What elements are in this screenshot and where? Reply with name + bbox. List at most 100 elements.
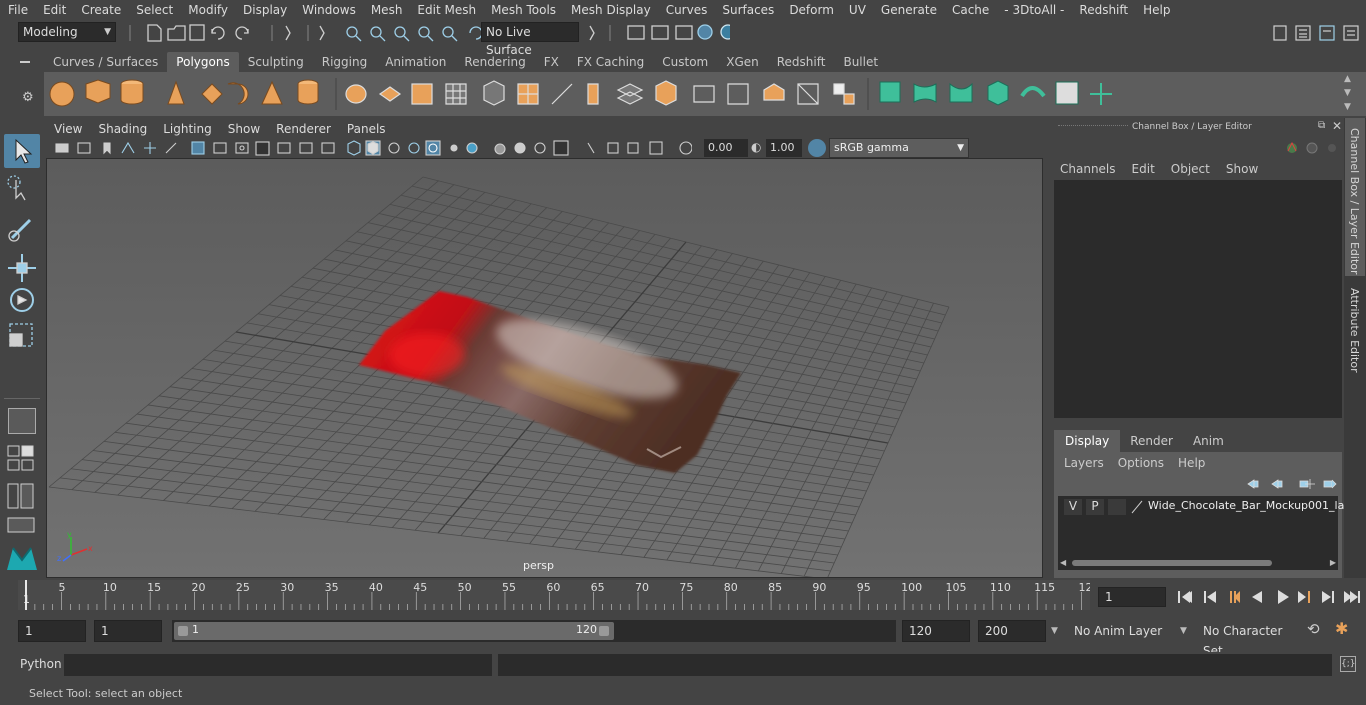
scene-start-field[interactable]: 1 bbox=[18, 620, 86, 642]
shelf-tab-redshift[interactable]: Redshift bbox=[768, 52, 835, 72]
transform-tools[interactable] bbox=[6, 172, 38, 352]
gamma-field[interactable]: 1.00 bbox=[766, 139, 802, 157]
channel-list[interactable] bbox=[1054, 180, 1342, 418]
menu-redshift[interactable]: Redshift bbox=[1071, 3, 1135, 17]
transport-buttons[interactable] bbox=[1174, 587, 1364, 607]
channel-box-menu-object[interactable]: Object bbox=[1171, 162, 1210, 176]
menu-cache[interactable]: Cache bbox=[944, 3, 996, 17]
viewport-menu-shading[interactable]: Shading bbox=[90, 122, 155, 136]
shelf-tab-fx-caching[interactable]: FX Caching bbox=[568, 52, 653, 72]
menu-display[interactable]: Display bbox=[235, 3, 294, 17]
auto-key-icon[interactable]: ⟲ bbox=[1307, 620, 1320, 638]
shelf-tab-xgen[interactable]: XGen bbox=[717, 52, 768, 72]
workspace-icons[interactable] bbox=[1270, 22, 1366, 44]
color-management-icon[interactable] bbox=[808, 139, 826, 157]
layer-menu-options[interactable]: Options bbox=[1118, 456, 1164, 470]
menu-file[interactable]: File bbox=[0, 3, 35, 17]
scroll-left-icon[interactable]: ◀ bbox=[1060, 558, 1066, 567]
status-line-icons[interactable] bbox=[120, 20, 730, 46]
chevron-down-icon[interactable]: ▼ bbox=[1180, 626, 1187, 636]
viewport-toolbar-icons[interactable] bbox=[52, 139, 692, 157]
menu-deform[interactable]: Deform bbox=[781, 3, 841, 17]
channel-box-menu-edit[interactable]: Edit bbox=[1132, 162, 1155, 176]
layer-row[interactable]: V P Wide_Chocolate_Bar_Mockup001_lay bbox=[1060, 498, 1351, 516]
chevron-down-icon[interactable]: ▼ bbox=[1051, 626, 1058, 636]
float-panel-icon[interactable]: ⧉ bbox=[1318, 120, 1325, 131]
layer-scrollbar[interactable]: ◀ ▶ bbox=[1060, 558, 1336, 568]
range-slider-handle[interactable]: 1 120 bbox=[174, 622, 614, 640]
playback-start-field[interactable]: 1 bbox=[94, 620, 162, 642]
viewport-menu-lighting[interactable]: Lighting bbox=[155, 122, 220, 136]
menu-mesh[interactable]: Mesh bbox=[363, 3, 410, 17]
perspective-viewport[interactable]: x y z bbox=[46, 158, 1043, 578]
menu-edit[interactable]: Edit bbox=[35, 3, 73, 17]
gamma-icon[interactable]: ◐ bbox=[751, 140, 761, 154]
menu-create[interactable]: Create bbox=[73, 3, 128, 17]
shelf-tab-curves-surfaces[interactable]: Curves / Surfaces bbox=[44, 52, 167, 72]
channel-box-menu-channels[interactable]: Channels bbox=[1060, 162, 1116, 176]
playback-end-field[interactable]: 120 bbox=[902, 620, 970, 642]
exposure-field[interactable]: 0.00 bbox=[704, 139, 748, 157]
channel-box-menu-show[interactable]: Show bbox=[1226, 162, 1258, 176]
menu-generate[interactable]: Generate bbox=[873, 3, 944, 17]
shelf-tab-sculpting[interactable]: Sculpting bbox=[239, 52, 313, 72]
range-end-grip[interactable] bbox=[599, 626, 609, 636]
layer-name[interactable]: Wide_Chocolate_Bar_Mockup001_lay bbox=[1148, 499, 1351, 512]
layer-tab-display[interactable]: Display bbox=[1054, 430, 1121, 452]
gear-icon[interactable]: ⚙ bbox=[22, 90, 34, 105]
menu-modify[interactable]: Modify bbox=[180, 3, 235, 17]
layout-icons[interactable] bbox=[6, 442, 38, 542]
menu-surfaces[interactable]: Surfaces bbox=[714, 3, 781, 17]
script-editor-icon[interactable]: {;} bbox=[1340, 656, 1356, 672]
shelf-tab-rendering[interactable]: Rendering bbox=[455, 52, 534, 72]
menu-mesh-display[interactable]: Mesh Display bbox=[563, 3, 658, 17]
shelf-tab-polygons[interactable]: Polygons bbox=[167, 52, 239, 72]
layer-tab-anim[interactable]: Anim bbox=[1183, 430, 1234, 452]
menu-mesh-tools[interactable]: Mesh Tools bbox=[483, 3, 563, 17]
scroll-right-icon[interactable]: ▶ bbox=[1330, 558, 1336, 567]
command-language-label[interactable]: Python bbox=[20, 657, 62, 671]
command-input[interactable] bbox=[64, 654, 492, 676]
layer-action-icons[interactable] bbox=[1244, 476, 1340, 492]
live-surface-field[interactable]: No Live Surface bbox=[481, 22, 579, 57]
menu-edit-mesh[interactable]: Edit Mesh bbox=[409, 3, 483, 17]
anim-layer-dropdown[interactable]: No Anim Layer bbox=[1067, 620, 1173, 642]
menu-curves[interactable]: Curves bbox=[658, 3, 715, 17]
current-frame-field[interactable]: 1 bbox=[1098, 587, 1166, 607]
layer-color-swatch[interactable] bbox=[1130, 499, 1144, 515]
viewport-menu-panels[interactable]: Panels bbox=[339, 122, 394, 136]
menu-windows[interactable]: Windows bbox=[294, 3, 363, 17]
layer-visibility-toggle[interactable]: V bbox=[1064, 499, 1082, 515]
scrollbar-thumb[interactable] bbox=[1072, 560, 1272, 566]
time-slider[interactable]: 5 10 15 20 25 30 35 40 45 50 55 60 65 70 75 80 85 90 95 100… bbox=[18, 580, 1093, 610]
color-space-dropdown[interactable]: sRGB gamma ▼ bbox=[829, 138, 969, 158]
scene-end-field[interactable]: 200 bbox=[978, 620, 1046, 642]
quick-layout-button[interactable] bbox=[8, 408, 36, 434]
viewport-menu-renderer[interactable]: Renderer bbox=[268, 122, 339, 136]
layer-type-toggle[interactable] bbox=[1108, 499, 1126, 515]
shelf-tab-custom[interactable]: Custom bbox=[653, 52, 717, 72]
shelf-tab-rigging[interactable]: Rigging bbox=[313, 52, 376, 72]
shelf-tab-animation[interactable]: Animation bbox=[376, 52, 455, 72]
shelf-scroll-arrows[interactable]: ▲ ▼ ▼ bbox=[1344, 72, 1358, 116]
menu-help[interactable]: Help bbox=[1135, 3, 1177, 17]
layer-menu-help[interactable]: Help bbox=[1178, 456, 1205, 470]
scene-canvas[interactable]: x y z bbox=[47, 159, 1043, 578]
shelf-tab-fx[interactable]: FX bbox=[535, 52, 568, 72]
layer-menu-layers[interactable]: Layers bbox=[1064, 456, 1104, 470]
animation-preferences-icon[interactable]: ✱ bbox=[1335, 619, 1348, 638]
channel-box-toggle-icons[interactable] bbox=[1284, 138, 1340, 158]
mode-dropdown[interactable]: Modeling ▼ bbox=[18, 22, 116, 42]
range-slider-track[interactable]: 1 120 bbox=[172, 620, 896, 642]
side-tab-channel-box[interactable]: Channel Box / Layer Editor bbox=[1345, 118, 1365, 276]
menu-3dtoall[interactable]: - 3DtoAll - bbox=[996, 3, 1071, 17]
menu-select[interactable]: Select bbox=[128, 3, 180, 17]
shelf-tab-bullet[interactable]: Bullet bbox=[834, 52, 887, 72]
shelf-icons[interactable] bbox=[44, 72, 1366, 116]
menu-uv[interactable]: UV bbox=[841, 3, 873, 17]
select-tool-button[interactable] bbox=[4, 134, 40, 168]
layer-tab-render[interactable]: Render bbox=[1120, 430, 1183, 452]
character-set-dropdown[interactable]: No Character Set bbox=[1196, 620, 1300, 658]
close-icon[interactable]: ✕ bbox=[1332, 119, 1342, 133]
range-start-grip[interactable] bbox=[178, 626, 188, 636]
